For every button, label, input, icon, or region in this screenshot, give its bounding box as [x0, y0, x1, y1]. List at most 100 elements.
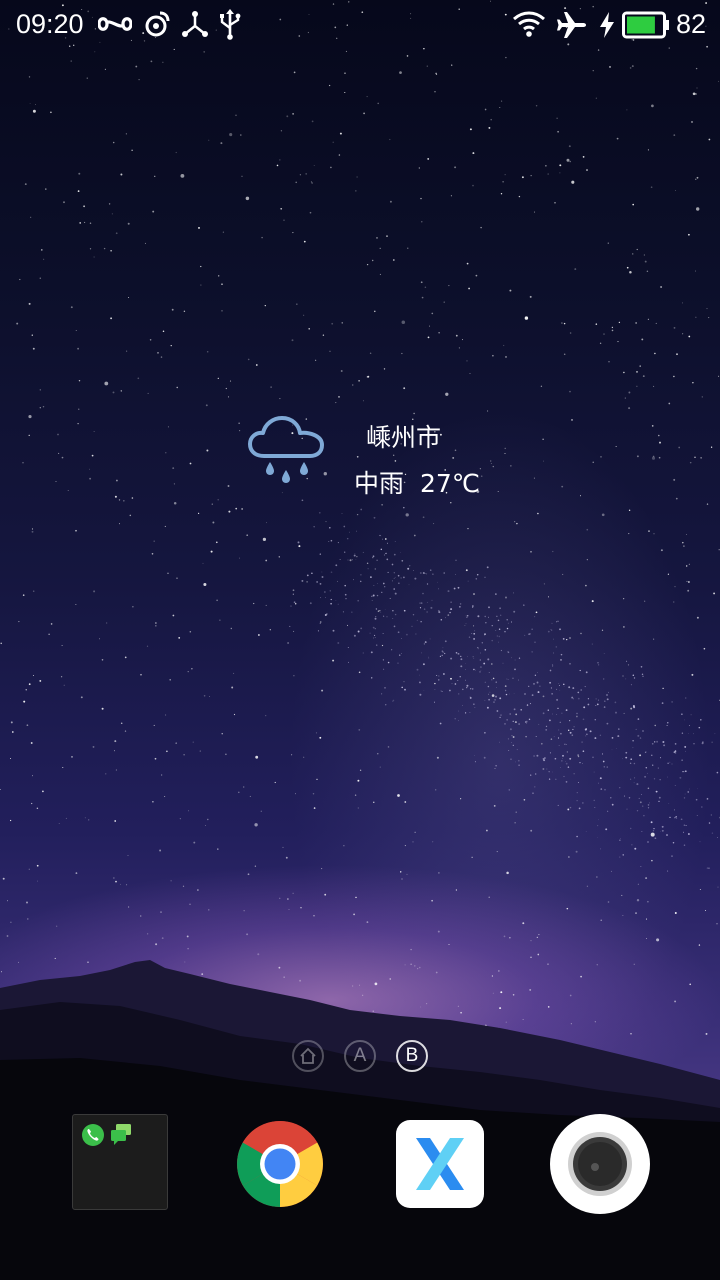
star	[247, 873, 250, 876]
star	[306, 581, 308, 583]
milky-way-star	[534, 674, 537, 676]
milky-way-star	[567, 766, 570, 768]
star	[180, 173, 185, 178]
milky-way-star	[562, 638, 565, 640]
star	[706, 308, 708, 310]
camera-icon[interactable]	[550, 1114, 650, 1214]
milky-way-star	[585, 671, 588, 674]
milky-way-star	[630, 758, 633, 761]
star	[103, 247, 106, 250]
star	[623, 626, 625, 628]
milky-way-star	[708, 822, 711, 824]
star	[230, 627, 232, 630]
star	[243, 786, 245, 788]
milky-way-star	[383, 554, 386, 556]
milky-way-star	[455, 652, 458, 654]
milky-way-star	[687, 733, 689, 734]
milky-way-star	[639, 737, 642, 739]
milky-way-star	[584, 686, 586, 688]
star	[25, 689, 27, 691]
milky-way-star	[507, 679, 509, 680]
star	[262, 537, 267, 542]
milky-way-star	[683, 797, 686, 799]
star	[600, 456, 602, 458]
star	[167, 426, 169, 428]
milky-way-star	[585, 831, 587, 832]
x-browser-icon[interactable]	[396, 1120, 484, 1208]
star	[636, 455, 639, 458]
star	[175, 151, 177, 154]
page-indicator-b[interactable]: B	[396, 1040, 428, 1072]
star	[291, 754, 293, 756]
star	[295, 181, 297, 184]
star	[6, 935, 9, 937]
milky-way-star	[422, 592, 424, 595]
milky-way-star	[578, 807, 581, 810]
messages-app-icon	[111, 1124, 131, 1145]
milky-way-star	[459, 676, 461, 678]
star	[217, 499, 219, 501]
star	[23, 700, 26, 703]
star	[366, 263, 369, 266]
star	[293, 71, 296, 74]
star	[215, 541, 218, 544]
star	[356, 513, 359, 516]
page-indicator-a[interactable]: A	[344, 1040, 376, 1072]
star	[530, 550, 532, 553]
star	[374, 310, 376, 313]
star	[200, 265, 202, 268]
star	[114, 740, 117, 743]
milky-way-star	[652, 830, 655, 832]
share-nodes-icon	[182, 11, 208, 37]
star	[401, 878, 403, 880]
milky-way-star	[370, 576, 372, 578]
star	[522, 922, 525, 925]
star	[187, 671, 189, 673]
milky-way-star	[556, 714, 558, 716]
phone-messages-folder[interactable]	[72, 1114, 168, 1210]
weather-widget[interactable]: 嵊州市 中雨 27℃	[240, 400, 500, 510]
milky-way-star	[512, 677, 514, 679]
star	[420, 281, 423, 284]
star	[279, 159, 281, 161]
page-indicator-home[interactable]	[292, 1040, 324, 1072]
chrome-icon[interactable]	[236, 1120, 324, 1208]
star	[660, 286, 663, 288]
star	[585, 584, 587, 587]
milky-way-star	[611, 749, 613, 751]
star	[93, 430, 95, 432]
milky-way-star	[397, 631, 400, 634]
milky-way-star	[391, 649, 393, 651]
star	[245, 196, 250, 201]
star	[183, 754, 185, 756]
star	[31, 528, 34, 530]
star	[708, 317, 710, 319]
milky-way-star	[687, 791, 689, 793]
milky-way-star	[484, 731, 486, 734]
star	[137, 377, 140, 380]
star	[504, 447, 506, 450]
milky-way-star	[400, 577, 402, 579]
milky-way-star	[480, 670, 482, 671]
star	[569, 637, 571, 639]
star	[448, 285, 450, 287]
star	[270, 386, 272, 388]
milky-way-star	[444, 652, 446, 655]
star	[191, 668, 193, 670]
milky-way-star	[391, 580, 393, 582]
milky-way-star	[576, 792, 578, 794]
milky-way-star	[674, 816, 676, 819]
milky-way-star	[460, 655, 462, 658]
milky-way-star	[398, 582, 400, 584]
star	[389, 138, 391, 141]
star	[636, 385, 638, 387]
milky-way-star	[383, 668, 385, 670]
star	[673, 134, 676, 136]
milky-way-star	[372, 594, 375, 597]
milky-way-star	[558, 745, 560, 746]
milky-way-star	[560, 659, 562, 661]
milky-way-star	[549, 669, 552, 672]
milky-way-star	[557, 804, 559, 806]
milky-way-star	[348, 661, 349, 663]
star	[504, 174, 506, 176]
